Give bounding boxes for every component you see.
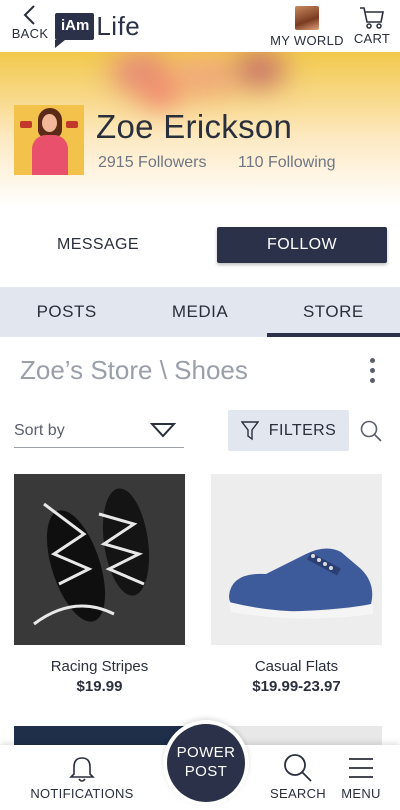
product-name: Casual Flats: [254, 658, 339, 675]
my-world-label: MY WORLD: [270, 33, 344, 48]
menu-button[interactable]: MENU: [334, 753, 388, 801]
cart-label: CART: [353, 31, 391, 46]
follow-button[interactable]: FOLLOW: [217, 227, 387, 263]
product-price: $19.99-23.97: [252, 678, 341, 695]
app-logo: iAm Life: [55, 6, 141, 48]
menu-icon: [349, 758, 373, 778]
back-button[interactable]: BACK: [8, 4, 52, 48]
product-image[interactable]: [211, 474, 382, 645]
search-icon: [284, 754, 312, 782]
product-name: Racing Stripes: [50, 658, 149, 675]
sort-dropdown[interactable]: Sort by: [14, 418, 184, 448]
followers-count[interactable]: 2915 Followers: [98, 154, 207, 172]
chevron-down-icon: [150, 423, 176, 438]
product-card-partial[interactable]: [14, 726, 185, 746]
power-post-line2: POST: [184, 763, 228, 780]
cart-icon: [360, 7, 384, 29]
tab-posts[interactable]: POSTS: [0, 287, 133, 337]
filters-label: FILTERS: [268, 421, 337, 439]
notifications-label: NOTIFICATIONS: [30, 786, 134, 801]
search-button[interactable]: SEARCH: [266, 753, 330, 801]
tab-media[interactable]: MEDIA: [133, 287, 266, 337]
filter-icon: [240, 420, 259, 440]
filters-button[interactable]: FILTERS: [228, 410, 349, 451]
product-card[interactable]: Racing Stripes $19.99: [14, 474, 185, 695]
product-image[interactable]: [14, 474, 185, 645]
product-card[interactable]: Casual Flats $19.99-23.97: [211, 474, 382, 695]
profile-name: Zoe Erickson: [96, 108, 293, 145]
message-button[interactable]: MESSAGE: [18, 227, 178, 263]
kebab-icon[interactable]: [362, 358, 382, 386]
menu-label: MENU: [341, 786, 381, 801]
following-count[interactable]: 110 Following: [238, 154, 336, 172]
bell-icon: [69, 757, 95, 782]
chevron-left-icon: [23, 5, 35, 25]
back-label: BACK: [11, 26, 49, 41]
power-post-line1: POWER: [176, 744, 236, 761]
top-bar: BACK iAm Life MY WORLD CART: [0, 0, 400, 52]
sort-label: Sort by: [14, 422, 65, 439]
my-world-button[interactable]: MY WORLD: [268, 6, 346, 48]
power-post-button[interactable]: POWER POST: [163, 720, 249, 806]
notifications-button[interactable]: NOTIFICATIONS: [22, 755, 142, 801]
logo-badge: iAm: [55, 12, 95, 48]
product-price: $19.99: [76, 678, 123, 695]
cart-button[interactable]: CART: [350, 6, 394, 46]
my-world-avatar: [295, 6, 319, 30]
profile-avatar[interactable]: [14, 105, 84, 175]
profile-tabs: POSTS MEDIA STORE: [0, 287, 400, 337]
breadcrumb: Zoe’s Store \ Shoes: [20, 355, 248, 385]
search-icon[interactable]: [359, 419, 383, 443]
logo-word: Life: [96, 10, 141, 41]
tab-store[interactable]: STORE: [266, 287, 400, 337]
search-label: SEARCH: [270, 786, 326, 801]
